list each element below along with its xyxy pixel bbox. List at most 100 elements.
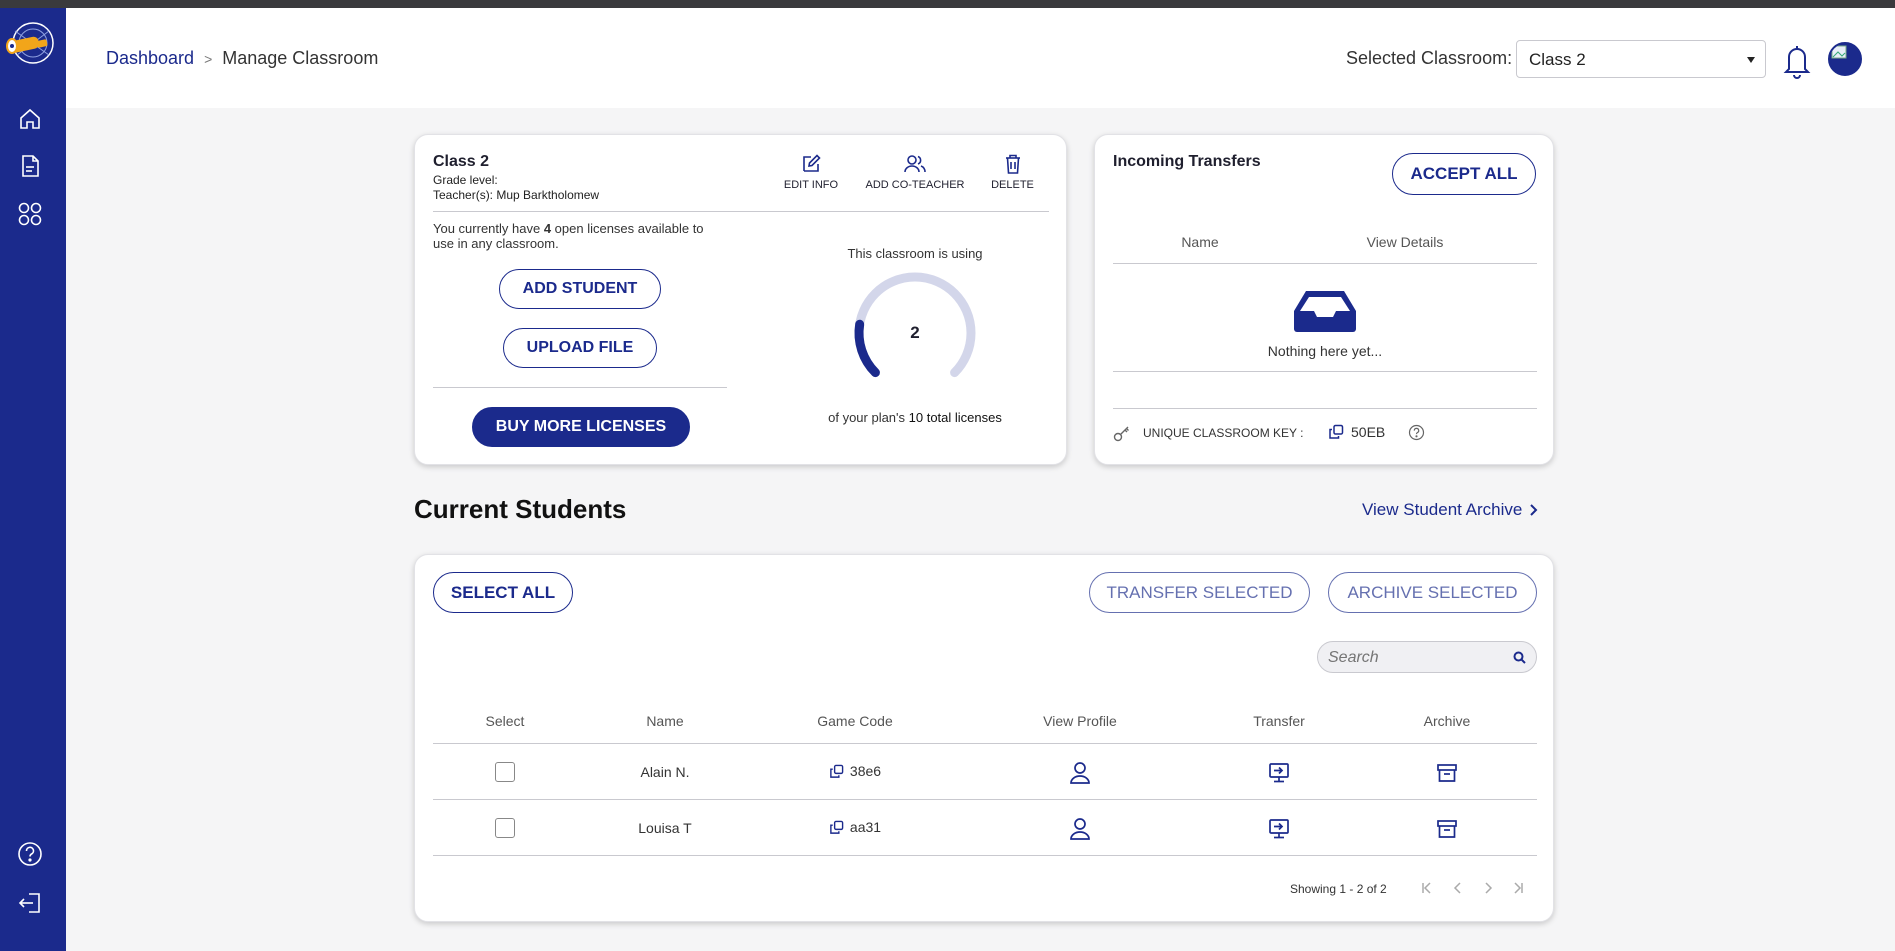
class-title: Class 2	[433, 153, 490, 170]
game-code-cell: aa31	[785, 819, 925, 835]
add-co-teacher-label: ADD CO-TEACHER	[865, 179, 965, 191]
avatar[interactable]	[1828, 42, 1862, 76]
transfers-empty-text: Nothing here yet...	[1267, 343, 1383, 359]
archive-selected-button[interactable]: ARCHIVE SELECTED	[1328, 572, 1537, 613]
divider	[1113, 263, 1537, 264]
top-header: Dashboard > Manage Classroom Selected Cl…	[66, 8, 1895, 108]
divider	[433, 799, 1537, 800]
divider	[433, 855, 1537, 856]
chevron-right-icon	[1530, 504, 1538, 516]
class-info-card: Class 2 Grade level: Teacher(s): Mup Bar…	[414, 134, 1067, 465]
first-page-icon[interactable]	[1420, 881, 1434, 895]
view-student-archive-label: View Student Archive	[1362, 500, 1523, 519]
teacher-label: Teacher(s):	[433, 188, 494, 202]
copy-icon[interactable]	[829, 764, 844, 779]
usage-value: 2	[910, 323, 920, 342]
user-profile-icon[interactable]	[1067, 816, 1093, 842]
edit-info-button[interactable]: EDIT INFO	[771, 153, 851, 191]
add-co-teacher-button[interactable]: ADD CO-TEACHER	[860, 153, 970, 191]
incoming-transfers-card: Incoming Transfers ACCEPT ALL Name View …	[1094, 134, 1554, 465]
students-heading: Current Students	[414, 494, 627, 524]
usage-label: This classroom is using	[847, 246, 983, 261]
buy-more-licenses-button[interactable]: BUY MORE LICENSES	[472, 407, 690, 447]
game-code: 38e6	[849, 763, 882, 779]
search-icon[interactable]	[1513, 651, 1526, 664]
student-name: Alain N.	[640, 764, 690, 780]
key-icon	[1113, 426, 1129, 442]
plan-license-text: of your plan's 10 total licenses	[785, 410, 1045, 425]
accept-all-button[interactable]: ACCEPT ALL	[1392, 153, 1536, 195]
transfer-icon[interactable]	[1266, 816, 1292, 842]
divider	[433, 743, 1537, 744]
document-icon[interactable]	[15, 151, 45, 181]
breadcrumb: Dashboard > Manage Classroom	[106, 48, 378, 69]
archive-icon[interactable]	[1434, 816, 1460, 842]
col-header-view-profile: View Profile	[1043, 713, 1117, 729]
last-page-icon[interactable]	[1511, 881, 1525, 895]
breadcrumb-dashboard-link[interactable]: Dashboard	[106, 48, 194, 69]
student-name: Louisa T	[638, 820, 692, 836]
logout-icon[interactable]	[15, 888, 45, 918]
plan-text-pre: of your plan's	[828, 410, 909, 425]
plan-total-licenses: 10 total licenses	[908, 410, 1002, 425]
col-header-name: Name	[646, 713, 684, 729]
archive-icon[interactable]	[1434, 760, 1460, 786]
col-header-transfer: Transfer	[1253, 713, 1305, 729]
divider	[433, 387, 727, 388]
browser-top-strip	[0, 0, 1895, 8]
grid-apps-icon[interactable]	[15, 199, 45, 229]
license-count: 4	[543, 221, 552, 236]
col-header-select: Select	[485, 713, 525, 729]
classroom-select[interactable]: Class 2	[1516, 40, 1766, 78]
classroom-key-value: 50EB	[1351, 424, 1386, 440]
select-all-button[interactable]: SELECT ALL	[433, 572, 573, 613]
transfers-col-details: View Details	[1366, 234, 1444, 250]
transfers-title: Incoming Transfers	[1113, 153, 1261, 170]
search-input[interactable]	[1328, 647, 1498, 669]
transfers-col-name: Name	[1181, 234, 1219, 250]
teacher-row: Teacher(s): Mup Barktholomew	[433, 188, 599, 202]
divider	[1113, 371, 1537, 372]
classroom-key-label: UNIQUE CLASSROOM KEY :	[1143, 426, 1304, 440]
users-icon	[904, 155, 926, 173]
license-info-text: You currently have 4 open licenses avail…	[433, 221, 723, 251]
grade-level-label: Grade level:	[433, 173, 498, 187]
license-text-pre: You currently have	[433, 221, 544, 236]
transfer-icon[interactable]	[1266, 760, 1292, 786]
transfer-selected-button[interactable]: TRANSFER SELECTED	[1089, 572, 1310, 613]
pagination-text: Showing 1 - 2 of 2	[1290, 882, 1387, 896]
edit-icon	[803, 154, 821, 172]
selected-classroom-label: Selected Classroom:	[1346, 48, 1513, 68]
help-circle-icon[interactable]	[1408, 424, 1425, 441]
chevron-down-icon	[1747, 57, 1755, 63]
inbox-icon	[1294, 291, 1356, 332]
bell-icon[interactable]	[1780, 41, 1814, 79]
view-student-archive-link[interactable]: View Student Archive	[1362, 500, 1538, 520]
classroom-select-value: Class 2	[1529, 50, 1586, 69]
user-profile-icon[interactable]	[1067, 760, 1093, 786]
delete-class-button[interactable]: DELETE	[985, 153, 1040, 191]
trash-icon	[1005, 154, 1020, 174]
telescope-logo-icon[interactable]	[5, 21, 57, 65]
upload-file-button[interactable]: UPLOAD FILE	[503, 328, 657, 368]
delete-label: DELETE	[991, 179, 1034, 191]
game-code-cell: 38e6	[785, 763, 925, 779]
sidebar	[0, 8, 66, 951]
search-field[interactable]	[1317, 641, 1537, 673]
col-header-archive: Archive	[1423, 713, 1471, 729]
copy-icon[interactable]	[1328, 424, 1344, 440]
divider	[433, 211, 1049, 212]
help-icon[interactable]	[15, 839, 45, 869]
next-page-icon[interactable]	[1481, 881, 1495, 895]
breadcrumb-separator: >	[204, 50, 213, 67]
copy-icon[interactable]	[829, 820, 844, 835]
row-select-checkbox[interactable]	[495, 818, 515, 838]
breadcrumb-current: Manage Classroom	[222, 48, 379, 68]
edit-info-label: EDIT INFO	[783, 179, 839, 191]
add-student-button[interactable]: ADD STUDENT	[499, 269, 661, 309]
row-select-checkbox[interactable]	[495, 762, 515, 782]
divider	[1113, 408, 1537, 409]
previous-page-icon[interactable]	[1451, 881, 1465, 895]
teacher-name: Mup Barktholomew	[496, 188, 600, 202]
home-icon[interactable]	[15, 104, 45, 134]
